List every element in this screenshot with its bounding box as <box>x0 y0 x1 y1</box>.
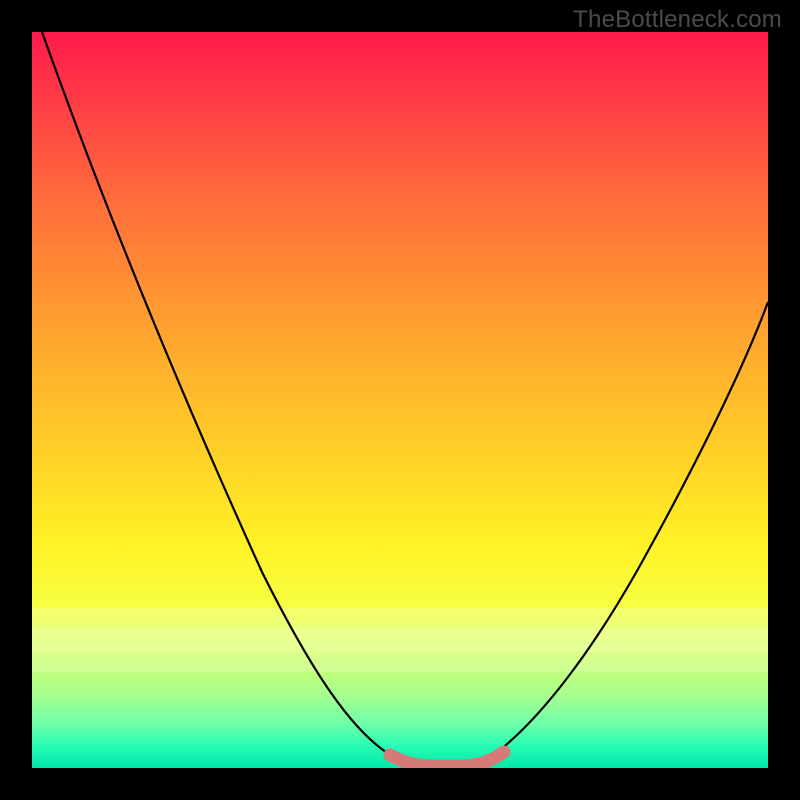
bottleneck-curve <box>42 32 768 766</box>
bottleneck-curve-svg <box>32 32 768 768</box>
optimal-zone-cap-right <box>498 746 511 759</box>
watermark-text: TheBottleneck.com <box>573 6 782 34</box>
plot-area <box>32 32 768 768</box>
optimal-zone-cap-left <box>384 749 397 762</box>
optimal-zone-highlight <box>390 752 504 766</box>
chart-frame: TheBottleneck.com <box>0 0 800 800</box>
